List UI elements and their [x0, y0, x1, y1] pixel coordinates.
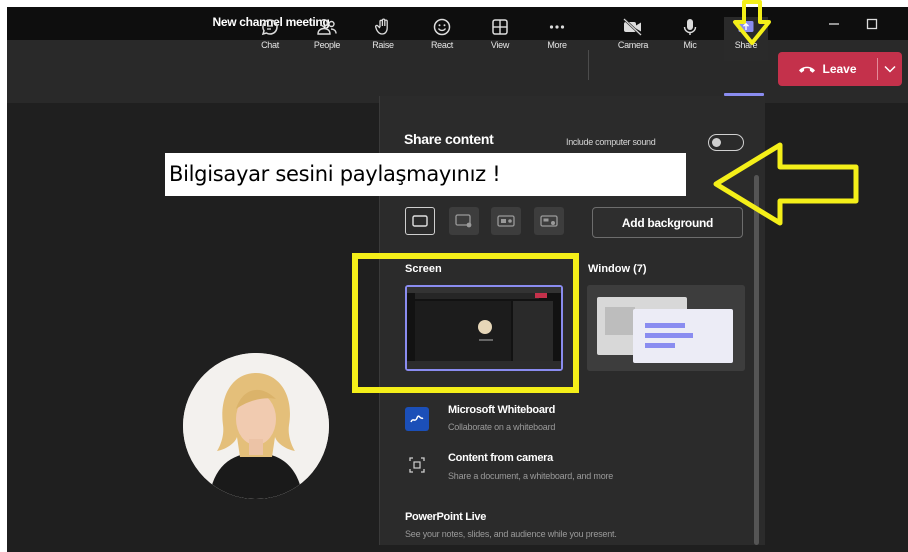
- leave-button-group: Leave: [778, 52, 902, 86]
- layout-side-by-side-button[interactable]: [491, 207, 521, 235]
- react-label: React: [430, 40, 453, 50]
- more-icon: [549, 25, 565, 29]
- participant-avatar: [183, 353, 329, 499]
- raise-hand-button[interactable]: Raise: [361, 17, 405, 61]
- whiteboard-subtitle: Collaborate on a whiteboard: [448, 422, 556, 432]
- whiteboard-icon: [405, 407, 429, 431]
- raise-label: Raise: [372, 40, 394, 50]
- people-button[interactable]: People: [305, 17, 349, 61]
- mic-button[interactable]: Mic: [668, 17, 712, 61]
- chevron-down-icon: [884, 65, 896, 73]
- chat-label: Chat: [261, 40, 279, 50]
- window-section-label: Window (7): [588, 263, 647, 275]
- powerpoint-live-title[interactable]: PowerPoint Live: [405, 511, 486, 523]
- people-label: People: [313, 40, 341, 50]
- standout-icon: [455, 214, 472, 228]
- camera-label: Camera: [617, 40, 649, 50]
- layout-reporter-button[interactable]: [534, 207, 564, 235]
- camera-content-icon: [405, 453, 429, 477]
- whiteboard-title[interactable]: Microsoft Whiteboard: [448, 404, 555, 416]
- view-icon: [492, 19, 508, 35]
- chat-button[interactable]: Chat: [248, 17, 292, 61]
- leave-button[interactable]: Leave: [778, 52, 877, 86]
- maximize-icon: [866, 18, 878, 29]
- window-share-thumbnail[interactable]: [587, 285, 745, 371]
- minimize-icon: [829, 22, 839, 25]
- reporter-icon: [540, 215, 558, 227]
- content-only-icon: [412, 215, 428, 227]
- layout-standout-button[interactable]: [449, 207, 479, 235]
- leave-label: Leave: [822, 62, 857, 76]
- hang-up-icon: [799, 66, 816, 73]
- layout-content-only-button[interactable]: [405, 207, 435, 235]
- include-sound-label: Include computer sound: [566, 137, 656, 147]
- camera-content-title[interactable]: Content from camera: [448, 452, 553, 464]
- mic-label: Mic: [683, 40, 697, 50]
- window-preview-image: [587, 285, 745, 371]
- more-button[interactable]: More: [535, 17, 579, 61]
- leave-options-button[interactable]: [878, 52, 902, 86]
- participant-photo: [183, 353, 329, 499]
- share-panel-title: Share content: [404, 131, 494, 147]
- mic-icon: [683, 19, 697, 35]
- maximize-button[interactable]: [852, 7, 892, 40]
- raise-hand-icon: [375, 18, 388, 35]
- minimize-button[interactable]: [814, 7, 854, 40]
- camera-content-subtitle: Share a document, a whiteboard, and more: [448, 471, 614, 481]
- panel-scrollbar[interactable]: [754, 175, 759, 545]
- camera-button[interactable]: Camera: [611, 17, 655, 61]
- side-by-side-icon: [497, 215, 515, 227]
- view-button[interactable]: View: [478, 17, 522, 61]
- people-icon: [317, 19, 337, 35]
- more-label: More: [547, 40, 567, 50]
- toolbar-divider: [588, 50, 589, 80]
- powerpoint-live-subtitle: See your notes, slides, and audience whi…: [405, 529, 617, 539]
- chat-icon: [261, 19, 278, 36]
- react-icon: [433, 18, 451, 36]
- annotation-arrow-left-icon: [713, 142, 859, 226]
- react-button[interactable]: React: [420, 17, 464, 61]
- view-label: View: [490, 40, 510, 50]
- annotation-arrow-down-icon: [733, 0, 771, 45]
- camera-icon: [623, 18, 642, 36]
- annotation-caption: Bilgisayar sesini paylaşmayınız !: [165, 153, 686, 196]
- screen-highlight-box: [352, 253, 579, 393]
